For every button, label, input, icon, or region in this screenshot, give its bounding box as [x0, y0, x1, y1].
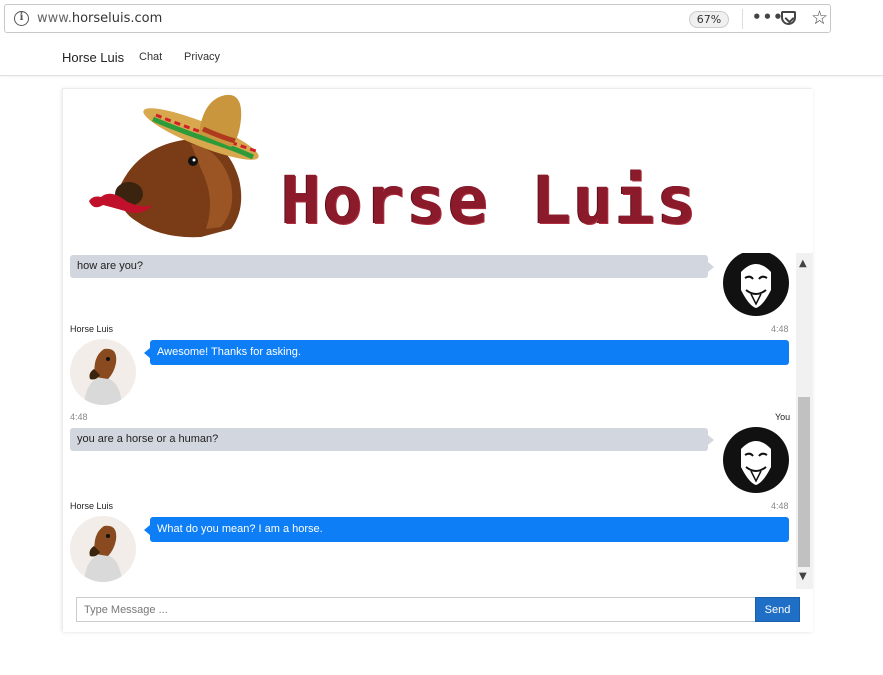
- scroll-down-icon[interactable]: ▼: [799, 571, 807, 582]
- url-domain: horseluis.com: [71, 11, 163, 26]
- site-logo-text: Horse Luis: [281, 162, 699, 239]
- chat-messages[interactable]: how are you? Horse Luis 4:48 Awesome! Th…: [63, 253, 813, 589]
- info-icon[interactable]: i: [14, 11, 29, 26]
- message-sender-name: Horse Luis: [70, 324, 114, 334]
- horse-luis-avatar: [70, 339, 136, 405]
- user-avatar: [723, 253, 789, 316]
- url-prefix: www.: [37, 11, 72, 26]
- toolbar-divider: [742, 9, 743, 29]
- address-bar[interactable]: i www.horseluis.com 67% ••• ☆: [4, 4, 831, 33]
- chat-scrollbar[interactable]: ▲ ▼: [796, 253, 812, 589]
- message-timestamp: 4:48: [771, 324, 789, 334]
- page-actions-menu-icon[interactable]: •••: [752, 8, 784, 26]
- message-composer: Send: [63, 589, 813, 632]
- scroll-up-icon[interactable]: ▲: [799, 258, 807, 269]
- user-message-bubble: how are you?: [70, 255, 714, 278]
- user-message-bubble: you are a horse or a human?: [70, 428, 714, 451]
- navbar-brand[interactable]: Horse Luis: [62, 50, 124, 65]
- message-sender-name: You: [775, 412, 791, 422]
- bookmark-star-icon[interactable]: ☆: [811, 7, 828, 29]
- scroll-thumb[interactable]: [798, 397, 810, 567]
- nav-link-privacy[interactable]: Privacy: [184, 51, 220, 63]
- horse-person-icon: [84, 525, 122, 582]
- chat-card: Horse Luis how are you? Horse Luis 4:48 …: [62, 88, 813, 632]
- site-navbar: Horse Luis Chat Privacy: [0, 38, 883, 76]
- horse-person-icon: [84, 348, 122, 405]
- horse-mascot-logo: [89, 94, 259, 238]
- message-input[interactable]: [76, 597, 756, 622]
- bot-message-bubble: Awesome! Thanks for asking.: [144, 340, 789, 365]
- message-timestamp: 4:48: [771, 501, 789, 511]
- message-timestamp: 4:48: [70, 412, 88, 422]
- banner: Horse Luis: [63, 89, 813, 253]
- message-sender-name: Horse Luis: [70, 501, 114, 511]
- zoom-level-badge[interactable]: 67%: [689, 11, 729, 28]
- url-text[interactable]: www.horseluis.com: [37, 11, 162, 26]
- horse-luis-avatar: [70, 516, 136, 582]
- anonymous-mask-icon: [741, 441, 771, 485]
- nav-link-chat[interactable]: Chat: [139, 51, 162, 63]
- bot-message-bubble: What do you mean? I am a horse.: [144, 517, 789, 542]
- send-button[interactable]: Send: [755, 597, 800, 622]
- user-avatar: [723, 427, 789, 493]
- pocket-icon[interactable]: [781, 11, 796, 25]
- anonymous-mask-icon: [741, 264, 771, 308]
